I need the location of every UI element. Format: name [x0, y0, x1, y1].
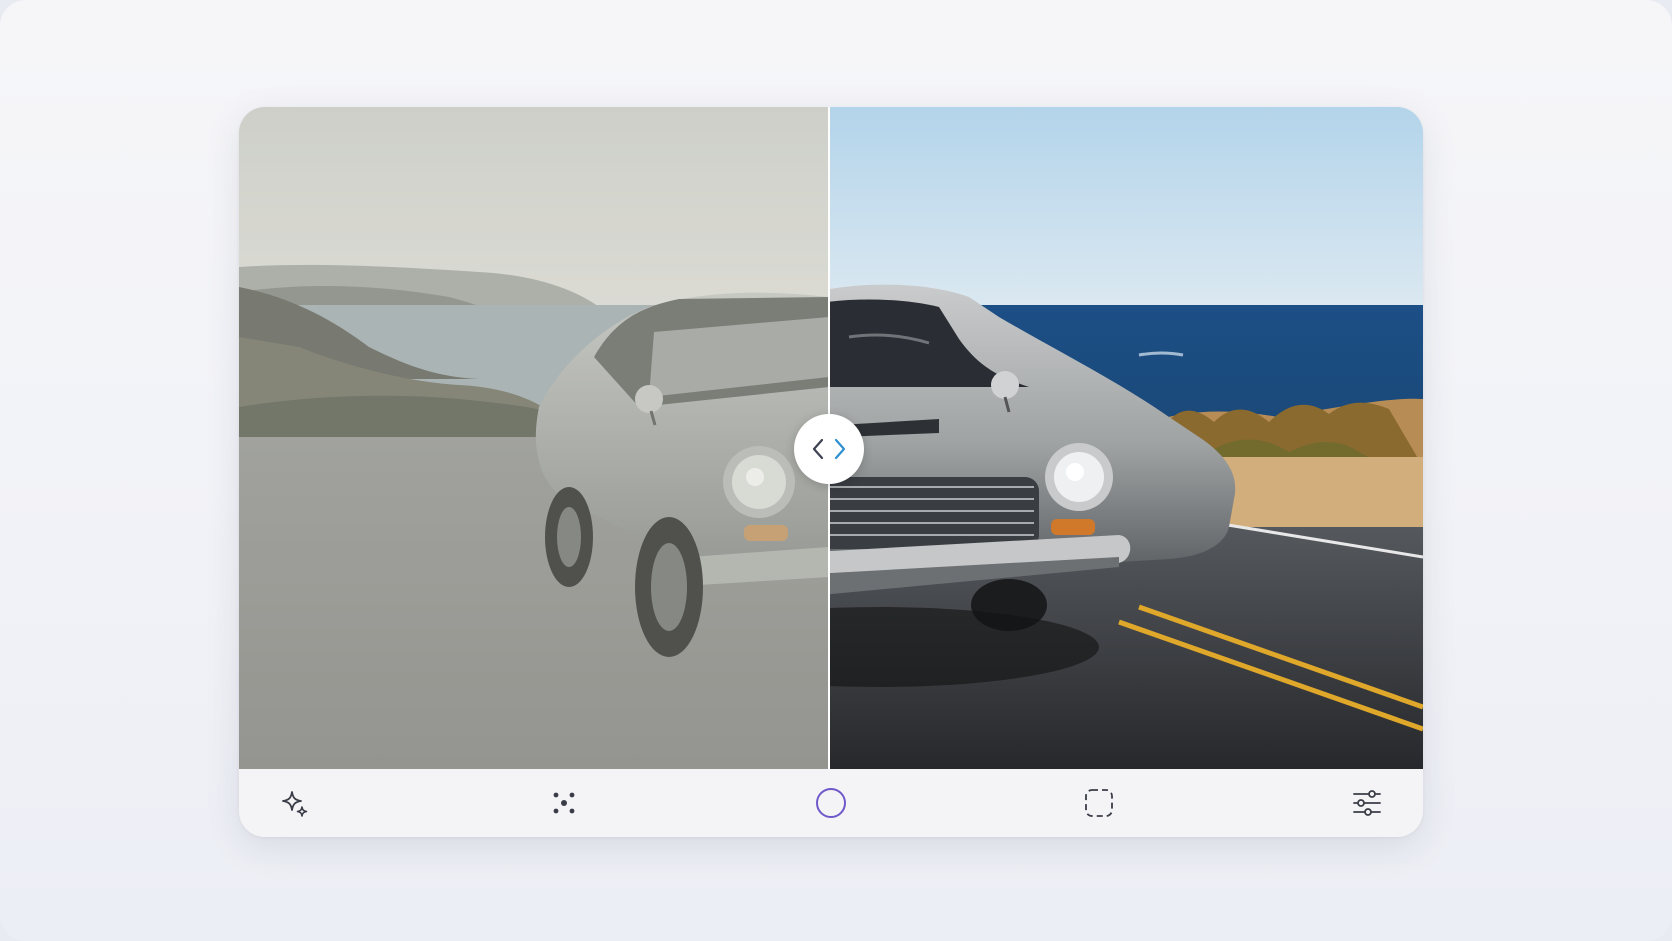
image-editor-card — [239, 107, 1423, 837]
dashed-square-icon — [1083, 787, 1115, 819]
dots-grid-icon — [549, 788, 579, 818]
before-after-viewer[interactable] — [239, 107, 1423, 769]
chevron-right-icon — [829, 434, 851, 464]
adjust-settings-button[interactable] — [1347, 783, 1387, 823]
editor-toolbar — [239, 769, 1423, 837]
enhance-sparkle-button[interactable] — [275, 783, 315, 823]
circle-outline-icon — [814, 786, 848, 820]
dots-pattern-button[interactable] — [544, 783, 584, 823]
sparkles-icon — [280, 788, 310, 818]
circle-tool-button[interactable] — [811, 783, 851, 823]
comparison-slider-handle[interactable] — [794, 414, 864, 484]
chevron-left-icon — [807, 434, 829, 464]
sliders-icon — [1351, 787, 1383, 819]
select-area-button[interactable] — [1079, 783, 1119, 823]
page-background — [0, 0, 1672, 941]
